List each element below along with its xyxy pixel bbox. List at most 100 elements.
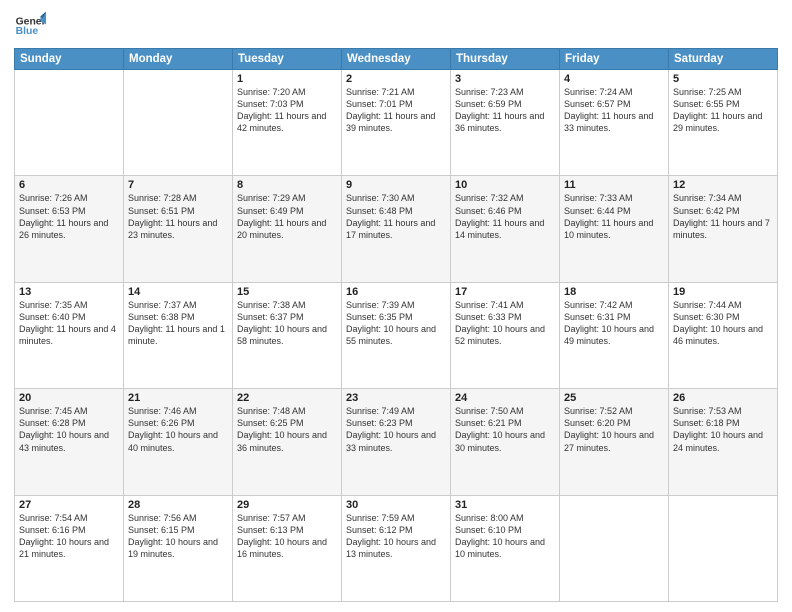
calendar-week-0: 1Sunrise: 7:20 AM Sunset: 7:03 PM Daylig… xyxy=(15,70,778,176)
day-info: Sunrise: 7:26 AM Sunset: 6:53 PM Dayligh… xyxy=(19,192,119,241)
day-number: 6 xyxy=(19,179,119,191)
day-number: 4 xyxy=(564,73,664,85)
calendar-cell: 31Sunrise: 8:00 AM Sunset: 6:10 PM Dayli… xyxy=(451,495,560,601)
calendar-cell: 27Sunrise: 7:54 AM Sunset: 6:16 PM Dayli… xyxy=(15,495,124,601)
day-number: 11 xyxy=(564,179,664,191)
day-number: 9 xyxy=(346,179,446,191)
day-number: 21 xyxy=(128,392,228,404)
day-number: 22 xyxy=(237,392,337,404)
day-number: 18 xyxy=(564,286,664,298)
day-info: Sunrise: 7:42 AM Sunset: 6:31 PM Dayligh… xyxy=(564,299,664,348)
day-info: Sunrise: 7:28 AM Sunset: 6:51 PM Dayligh… xyxy=(128,192,228,241)
calendar-header-friday: Friday xyxy=(560,49,669,70)
header: General Blue xyxy=(14,10,778,42)
day-info: Sunrise: 7:46 AM Sunset: 6:26 PM Dayligh… xyxy=(128,405,228,454)
day-number: 2 xyxy=(346,73,446,85)
page: General Blue SundayMondayTuesdayWednesda… xyxy=(0,0,792,612)
day-info: Sunrise: 7:23 AM Sunset: 6:59 PM Dayligh… xyxy=(455,86,555,135)
calendar-header-wednesday: Wednesday xyxy=(342,49,451,70)
day-info: Sunrise: 7:57 AM Sunset: 6:13 PM Dayligh… xyxy=(237,512,337,561)
day-number: 23 xyxy=(346,392,446,404)
calendar-cell xyxy=(124,70,233,176)
day-number: 10 xyxy=(455,179,555,191)
calendar-week-2: 13Sunrise: 7:35 AM Sunset: 6:40 PM Dayli… xyxy=(15,282,778,388)
calendar-cell: 18Sunrise: 7:42 AM Sunset: 6:31 PM Dayli… xyxy=(560,282,669,388)
day-info: Sunrise: 7:30 AM Sunset: 6:48 PM Dayligh… xyxy=(346,192,446,241)
day-info: Sunrise: 7:56 AM Sunset: 6:15 PM Dayligh… xyxy=(128,512,228,561)
calendar-cell: 22Sunrise: 7:48 AM Sunset: 6:25 PM Dayli… xyxy=(233,389,342,495)
day-number: 3 xyxy=(455,73,555,85)
day-info: Sunrise: 7:54 AM Sunset: 6:16 PM Dayligh… xyxy=(19,512,119,561)
calendar-header-tuesday: Tuesday xyxy=(233,49,342,70)
day-number: 5 xyxy=(673,73,773,85)
calendar-cell: 19Sunrise: 7:44 AM Sunset: 6:30 PM Dayli… xyxy=(669,282,778,388)
day-number: 24 xyxy=(455,392,555,404)
calendar-cell: 10Sunrise: 7:32 AM Sunset: 6:46 PM Dayli… xyxy=(451,176,560,282)
day-info: Sunrise: 7:44 AM Sunset: 6:30 PM Dayligh… xyxy=(673,299,773,348)
calendar-cell: 5Sunrise: 7:25 AM Sunset: 6:55 PM Daylig… xyxy=(669,70,778,176)
day-info: Sunrise: 7:49 AM Sunset: 6:23 PM Dayligh… xyxy=(346,405,446,454)
calendar-cell: 13Sunrise: 7:35 AM Sunset: 6:40 PM Dayli… xyxy=(15,282,124,388)
calendar-table: SundayMondayTuesdayWednesdayThursdayFrid… xyxy=(14,48,778,602)
day-number: 31 xyxy=(455,499,555,511)
calendar-cell: 25Sunrise: 7:52 AM Sunset: 6:20 PM Dayli… xyxy=(560,389,669,495)
calendar-cell: 15Sunrise: 7:38 AM Sunset: 6:37 PM Dayli… xyxy=(233,282,342,388)
calendar-cell: 23Sunrise: 7:49 AM Sunset: 6:23 PM Dayli… xyxy=(342,389,451,495)
day-info: Sunrise: 7:41 AM Sunset: 6:33 PM Dayligh… xyxy=(455,299,555,348)
day-number: 17 xyxy=(455,286,555,298)
calendar-header-monday: Monday xyxy=(124,49,233,70)
calendar-cell: 17Sunrise: 7:41 AM Sunset: 6:33 PM Dayli… xyxy=(451,282,560,388)
day-number: 27 xyxy=(19,499,119,511)
calendar-cell: 8Sunrise: 7:29 AM Sunset: 6:49 PM Daylig… xyxy=(233,176,342,282)
day-info: Sunrise: 7:59 AM Sunset: 6:12 PM Dayligh… xyxy=(346,512,446,561)
calendar-cell: 24Sunrise: 7:50 AM Sunset: 6:21 PM Dayli… xyxy=(451,389,560,495)
day-number: 30 xyxy=(346,499,446,511)
logo-icon: General Blue xyxy=(14,10,46,42)
calendar-header-sunday: Sunday xyxy=(15,49,124,70)
day-info: Sunrise: 7:21 AM Sunset: 7:01 PM Dayligh… xyxy=(346,86,446,135)
calendar-cell: 12Sunrise: 7:34 AM Sunset: 6:42 PM Dayli… xyxy=(669,176,778,282)
calendar-header-thursday: Thursday xyxy=(451,49,560,70)
calendar-cell: 20Sunrise: 7:45 AM Sunset: 6:28 PM Dayli… xyxy=(15,389,124,495)
calendar-header-saturday: Saturday xyxy=(669,49,778,70)
day-info: Sunrise: 7:20 AM Sunset: 7:03 PM Dayligh… xyxy=(237,86,337,135)
day-info: Sunrise: 7:39 AM Sunset: 6:35 PM Dayligh… xyxy=(346,299,446,348)
day-number: 8 xyxy=(237,179,337,191)
calendar-cell: 1Sunrise: 7:20 AM Sunset: 7:03 PM Daylig… xyxy=(233,70,342,176)
day-number: 20 xyxy=(19,392,119,404)
day-info: Sunrise: 7:52 AM Sunset: 6:20 PM Dayligh… xyxy=(564,405,664,454)
calendar-cell: 6Sunrise: 7:26 AM Sunset: 6:53 PM Daylig… xyxy=(15,176,124,282)
calendar-cell xyxy=(560,495,669,601)
day-number: 25 xyxy=(564,392,664,404)
calendar-cell: 9Sunrise: 7:30 AM Sunset: 6:48 PM Daylig… xyxy=(342,176,451,282)
day-info: Sunrise: 7:38 AM Sunset: 6:37 PM Dayligh… xyxy=(237,299,337,348)
calendar-cell: 29Sunrise: 7:57 AM Sunset: 6:13 PM Dayli… xyxy=(233,495,342,601)
calendar-cell: 30Sunrise: 7:59 AM Sunset: 6:12 PM Dayli… xyxy=(342,495,451,601)
day-info: Sunrise: 7:53 AM Sunset: 6:18 PM Dayligh… xyxy=(673,405,773,454)
day-number: 29 xyxy=(237,499,337,511)
day-info: Sunrise: 7:32 AM Sunset: 6:46 PM Dayligh… xyxy=(455,192,555,241)
calendar-cell: 21Sunrise: 7:46 AM Sunset: 6:26 PM Dayli… xyxy=(124,389,233,495)
calendar-header-row: SundayMondayTuesdayWednesdayThursdayFrid… xyxy=(15,49,778,70)
calendar-cell: 3Sunrise: 7:23 AM Sunset: 6:59 PM Daylig… xyxy=(451,70,560,176)
day-info: Sunrise: 7:50 AM Sunset: 6:21 PM Dayligh… xyxy=(455,405,555,454)
day-number: 14 xyxy=(128,286,228,298)
day-info: Sunrise: 7:29 AM Sunset: 6:49 PM Dayligh… xyxy=(237,192,337,241)
day-number: 1 xyxy=(237,73,337,85)
calendar-cell xyxy=(15,70,124,176)
calendar-cell: 16Sunrise: 7:39 AM Sunset: 6:35 PM Dayli… xyxy=(342,282,451,388)
day-info: Sunrise: 8:00 AM Sunset: 6:10 PM Dayligh… xyxy=(455,512,555,561)
day-number: 15 xyxy=(237,286,337,298)
calendar-cell: 11Sunrise: 7:33 AM Sunset: 6:44 PM Dayli… xyxy=(560,176,669,282)
day-number: 12 xyxy=(673,179,773,191)
day-info: Sunrise: 7:34 AM Sunset: 6:42 PM Dayligh… xyxy=(673,192,773,241)
calendar-cell: 2Sunrise: 7:21 AM Sunset: 7:01 PM Daylig… xyxy=(342,70,451,176)
day-number: 19 xyxy=(673,286,773,298)
day-info: Sunrise: 7:24 AM Sunset: 6:57 PM Dayligh… xyxy=(564,86,664,135)
day-info: Sunrise: 7:48 AM Sunset: 6:25 PM Dayligh… xyxy=(237,405,337,454)
svg-text:Blue: Blue xyxy=(16,26,39,37)
calendar-week-1: 6Sunrise: 7:26 AM Sunset: 6:53 PM Daylig… xyxy=(15,176,778,282)
day-number: 26 xyxy=(673,392,773,404)
calendar-cell: 14Sunrise: 7:37 AM Sunset: 6:38 PM Dayli… xyxy=(124,282,233,388)
day-number: 16 xyxy=(346,286,446,298)
